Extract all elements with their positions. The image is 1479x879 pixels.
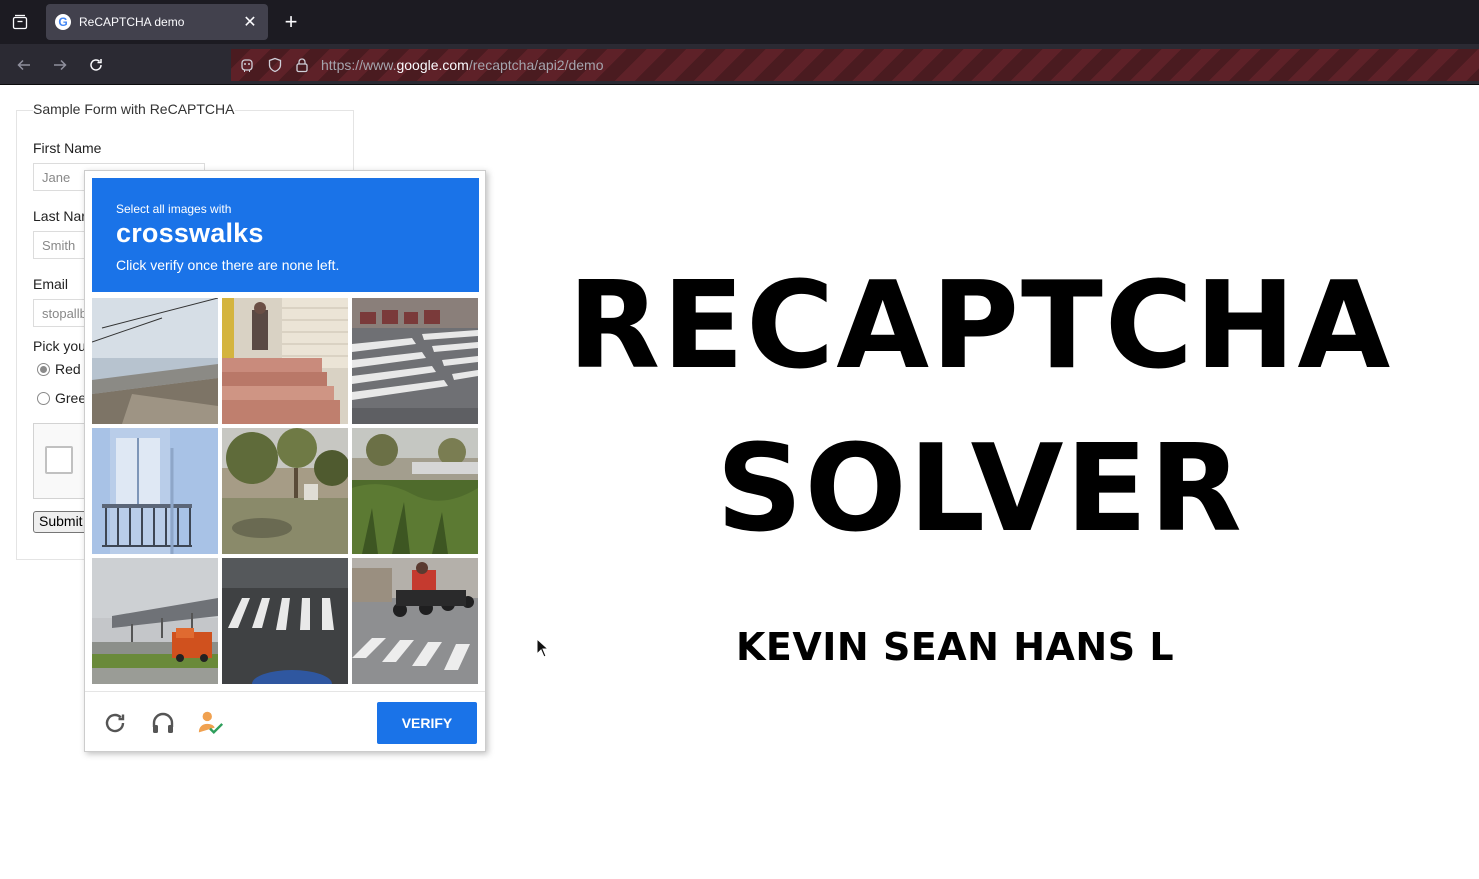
reload-icon[interactable]: [101, 709, 129, 737]
tile-park[interactable]: [222, 428, 348, 554]
pick-color-label: Pick you: [33, 338, 86, 354]
last-name-label: Last Nar: [33, 208, 86, 224]
tab-recaptcha-demo[interactable]: G ReCAPTCHA demo ✕: [46, 4, 268, 40]
person-check-icon[interactable]: [197, 709, 225, 737]
radio-red-label: Red: [55, 361, 81, 377]
email-label: Email: [33, 276, 69, 292]
url-prefix: https://www.: [321, 57, 397, 73]
shield-icon[interactable]: [266, 56, 284, 74]
challenge-header: Select all images with crosswalks Click …: [92, 178, 479, 292]
radio-red-button[interactable]: [37, 362, 50, 376]
lock-icon[interactable]: [293, 56, 311, 74]
recaptcha-challenge-popup: Select all images with crosswalks Click …: [84, 170, 486, 752]
tab-list-icon: [12, 14, 28, 30]
tile-balcony[interactable]: [92, 428, 218, 554]
url-text[interactable]: https://www.google.com/recaptcha/api2/de…: [321, 57, 604, 73]
robot-mask-icon[interactable]: [238, 56, 256, 74]
first-name-label: First Name: [33, 140, 102, 156]
url-host: google.com: [396, 57, 469, 73]
author-name: KEVIN SEAN HANS L: [735, 625, 1175, 669]
list-all-tabs-button[interactable]: [8, 10, 32, 34]
tile-steps[interactable]: [222, 298, 348, 424]
tile-overpass[interactable]: [92, 298, 218, 424]
tile-crosswalk-1[interactable]: [352, 298, 478, 424]
tab-title: ReCAPTCHA demo: [79, 15, 185, 29]
tile-field[interactable]: [352, 428, 478, 554]
new-tab-button[interactable]: +: [279, 9, 303, 34]
verify-button[interactable]: VERIFY: [377, 702, 477, 744]
headline-line-2: SOLVER: [716, 420, 1244, 559]
challenge-footer: VERIFY: [85, 691, 485, 752]
headphones-icon[interactable]: [149, 709, 177, 737]
tile-crosswalk-2[interactable]: [222, 558, 348, 684]
radio-red[interactable]: Red: [37, 361, 81, 377]
headline-line-1: RECAPTCHA: [567, 257, 1393, 396]
challenge-instruction: Select all images with: [116, 202, 232, 216]
back-arrow-icon[interactable]: [11, 52, 37, 78]
radio-green-label: Gree: [55, 390, 87, 406]
tile-crosswalk-motorbikes[interactable]: [352, 558, 478, 684]
form-legend: Sample Form with ReCAPTCHA: [33, 101, 235, 117]
reload-page-icon[interactable]: [83, 52, 109, 78]
challenge-target: crosswalks: [116, 218, 264, 248]
close-tab-icon[interactable]: ✕: [240, 12, 260, 32]
radio-green-button[interactable]: [37, 391, 50, 405]
navigation-toolbar: https://www.google.com/recaptcha/api2/de…: [0, 44, 1479, 85]
radio-green[interactable]: Gree: [37, 390, 86, 406]
address-bar[interactable]: https://www.google.com/recaptcha/api2/de…: [231, 49, 1479, 81]
google-favicon-icon: G: [55, 14, 71, 30]
tile-highway-truck[interactable]: [92, 558, 218, 684]
forward-arrow-icon[interactable]: [47, 52, 73, 78]
url-path: /recaptcha/api2/demo: [468, 57, 604, 73]
recaptcha-checkbox[interactable]: [45, 446, 73, 474]
mouse-cursor-icon: [536, 637, 550, 658]
challenge-note: Click verify once there are none left.: [116, 257, 340, 273]
tab-strip: G ReCAPTCHA demo ✕ +: [0, 0, 1479, 44]
